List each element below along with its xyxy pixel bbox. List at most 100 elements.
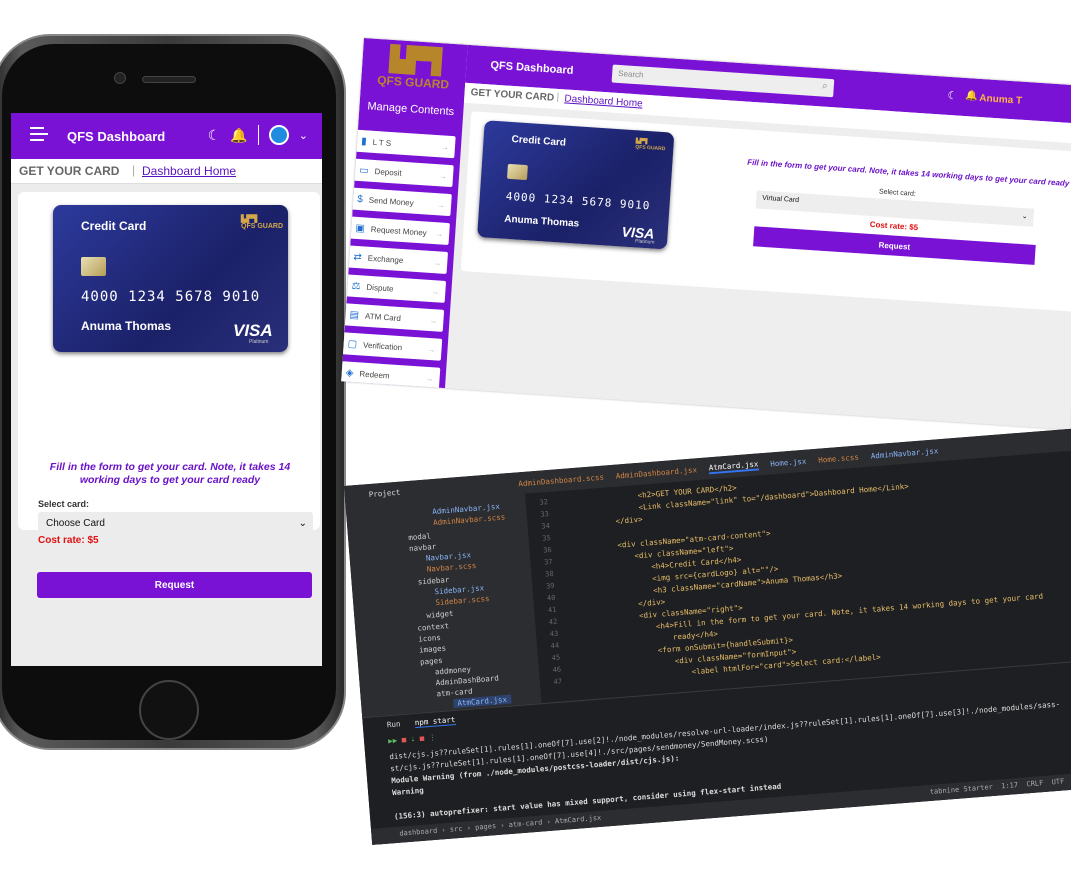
code-line: <Link className="link" to="/dashboard">D… [638,481,910,512]
form-note: Fill in the form to get your card. Note,… [746,157,1070,189]
manage-contents-title: Manage Contents [367,100,455,119]
speaker-grille [142,76,196,83]
card-logo: ▙▛▜ QFS GUARD [635,138,666,153]
card-type: Credit Card [511,134,567,149]
breadcrumb-current: GET YOUR CARD [19,164,120,178]
chevron-down-icon: ⌄ [1021,212,1028,221]
chip-icon [506,163,528,181]
card-tier: Platinum [249,339,269,345]
user-name[interactable]: Anuma T [979,93,1022,107]
divider [257,125,259,145]
card-select[interactable]: Choose Card ⌄ [38,512,313,535]
tree-item[interactable]: atm-card [436,687,473,699]
rerun-icon[interactable]: ▶▶ ■ ⇣ ■ ⋮ [388,733,437,746]
tree-item[interactable]: widget [426,609,454,620]
avatar[interactable] [268,125,289,145]
tree-item[interactable]: addmoney [435,665,472,677]
chart-icon: ▮ [360,135,368,147]
tree-item[interactable]: sidebar [417,575,449,586]
card-holder: Anuma Thomas [503,213,580,230]
search-icon: ⌕ [821,80,829,92]
sidebar-item-verification[interactable]: ▢ Verification → [341,331,443,361]
sidebar-item-request-money[interactable]: ▣ Request Money → [341,215,450,246]
cost-rate: Cost rate: $5 [38,535,99,546]
send-money-icon: $ [356,193,364,205]
run-label[interactable]: Run [387,719,401,729]
desktop-screenshot: ▙▛▜ QFS GUARD Manage Contents ▮ L T S → ▭ De… [341,38,1071,430]
visa-logo: VISA [233,321,273,340]
bell-icon[interactable]: 🔔 [965,90,978,102]
run-tab[interactable]: npm start [414,715,456,729]
tab-atmcard-jsx[interactable]: AtmCard.jsx [708,458,759,474]
code-line: </div> [637,597,666,609]
app-title: QFS Dashboard [490,59,574,77]
sidebar-item-atm-card[interactable]: ▤ ATM Card → [341,302,445,332]
cost-rate: Cost rate: $5 [869,219,919,233]
bell-icon[interactable]: 🔔 [230,127,247,144]
tree-item[interactable]: navbar [409,542,437,553]
ide-screenshot: AdminDashboard.scss AdminDashboard.jsx A… [344,426,1071,845]
form-note: Fill in the form to get your card. Note,… [49,461,291,486]
card-logo: ▙▛▜ QFS GUARD [241,216,283,230]
card-holder: Anuma Thomas [81,319,172,333]
code-line: </div> [615,514,643,526]
dashboard-home-link[interactable]: Dashboard Home [564,93,643,109]
tree-item[interactable]: icons [418,633,441,644]
atm-card-icon: ▤ [349,309,360,321]
card-tier: Platinum [634,238,655,246]
tab-home-jsx[interactable]: Home.jsx [770,456,807,468]
request-money-icon: ▣ [355,222,366,234]
card-number: 4000 1234 5678 9010 [505,189,651,213]
chevron-down-icon: ⌄ [298,518,307,529]
project-tree: AdminNavbar.jsx AdminNavbar.scss modal n… [345,493,542,718]
card-number: 4000 1234 5678 9010 [81,289,261,305]
dashboard-home-link[interactable]: Dashboard Home [142,164,236,178]
select-card-label: Select card: [38,499,90,509]
tab-home-scss[interactable]: Home.scss [818,452,859,464]
chevron-down-icon[interactable]: ⌄ [299,129,308,142]
sidebar-item-deposit[interactable]: ▭ Deposit → [344,158,454,188]
sidebar-item-exchange[interactable]: ⇄ Exchange → [341,244,448,274]
menu-icon[interactable] [30,127,48,141]
mobile-header: QFS Dashboard ☾ 🔔 ⌄ [11,113,322,159]
dark-mode-icon[interactable]: ☾ [208,127,221,144]
tree-item[interactable]: context [417,621,449,632]
credit-card-image: Credit Card ▙▛▜ QFS GUARD 4000 1234 5678 … [53,205,288,352]
tree-item[interactable]: modal [408,531,431,542]
front-camera [114,72,126,84]
sidebar-item-lts[interactable]: ▮ L T S → [346,129,456,159]
breadcrumb-separator: | [132,163,136,177]
sidebar: ▙▛▜ QFS GUARD Manage Contents ▮ L T S → ▭ De… [341,38,468,390]
tree-item[interactable]: Sidebar.scss [435,594,490,607]
tab-adminnavbar-jsx[interactable]: AdminNavbar.jsx [870,446,938,460]
tab-admindashboard-scss[interactable]: AdminDashboard.scss [518,472,604,488]
redeem-icon: ◈ [345,367,354,379]
home-button[interactable] [139,680,199,740]
exchange-icon: ⇄ [353,251,363,263]
tree-item[interactable]: Navbar.scss [426,561,476,574]
code-editor[interactable]: <h2>GET YOUR CARD</h2> <Link className="… [555,448,1071,701]
mobile-screen: QFS Dashboard ☾ 🔔 ⌄ GET YOUR CARD | Dash… [11,113,322,666]
console-line: Warning [391,785,425,798]
sidebar-item-dispute[interactable]: ⚖ Dispute → [341,273,447,303]
chip-icon [81,257,106,276]
breadcrumb: GET YOUR CARD | Dashboard Home [11,159,322,184]
sidebar-item-send-money[interactable]: $ Send Money → [342,187,452,217]
console-line: dist/cjs.js??ruleSet[1].rules[1].oneOf[7… [389,699,1061,762]
select-card-label: Select card: [878,188,917,198]
breadcrumb-separator: | [556,91,560,104]
tree-item[interactable]: images [419,644,447,655]
search-input[interactable]: Search ⌕ [611,64,835,98]
dark-mode-icon[interactable]: ☾ [947,89,958,103]
verification-icon: ▢ [347,338,358,350]
request-button[interactable]: Request [753,226,1036,265]
card-panel: Credit Card ▙▛▜ QFS GUARD 4000 1234 5678 … [18,192,320,598]
request-button[interactable]: Request [37,572,312,598]
card-type: Credit Card [81,219,147,233]
tree-item[interactable]: pages [420,656,443,667]
code-line: ready</h4> [672,629,719,642]
breadcrumb-current: GET YOUR CARD [470,87,555,104]
tab-admindashboard-jsx[interactable]: AdminDashboard.jsx [615,465,697,480]
sidebar-item-redeem[interactable]: ◈ Redeem → [341,360,441,390]
deposit-icon: ▭ [358,164,370,177]
